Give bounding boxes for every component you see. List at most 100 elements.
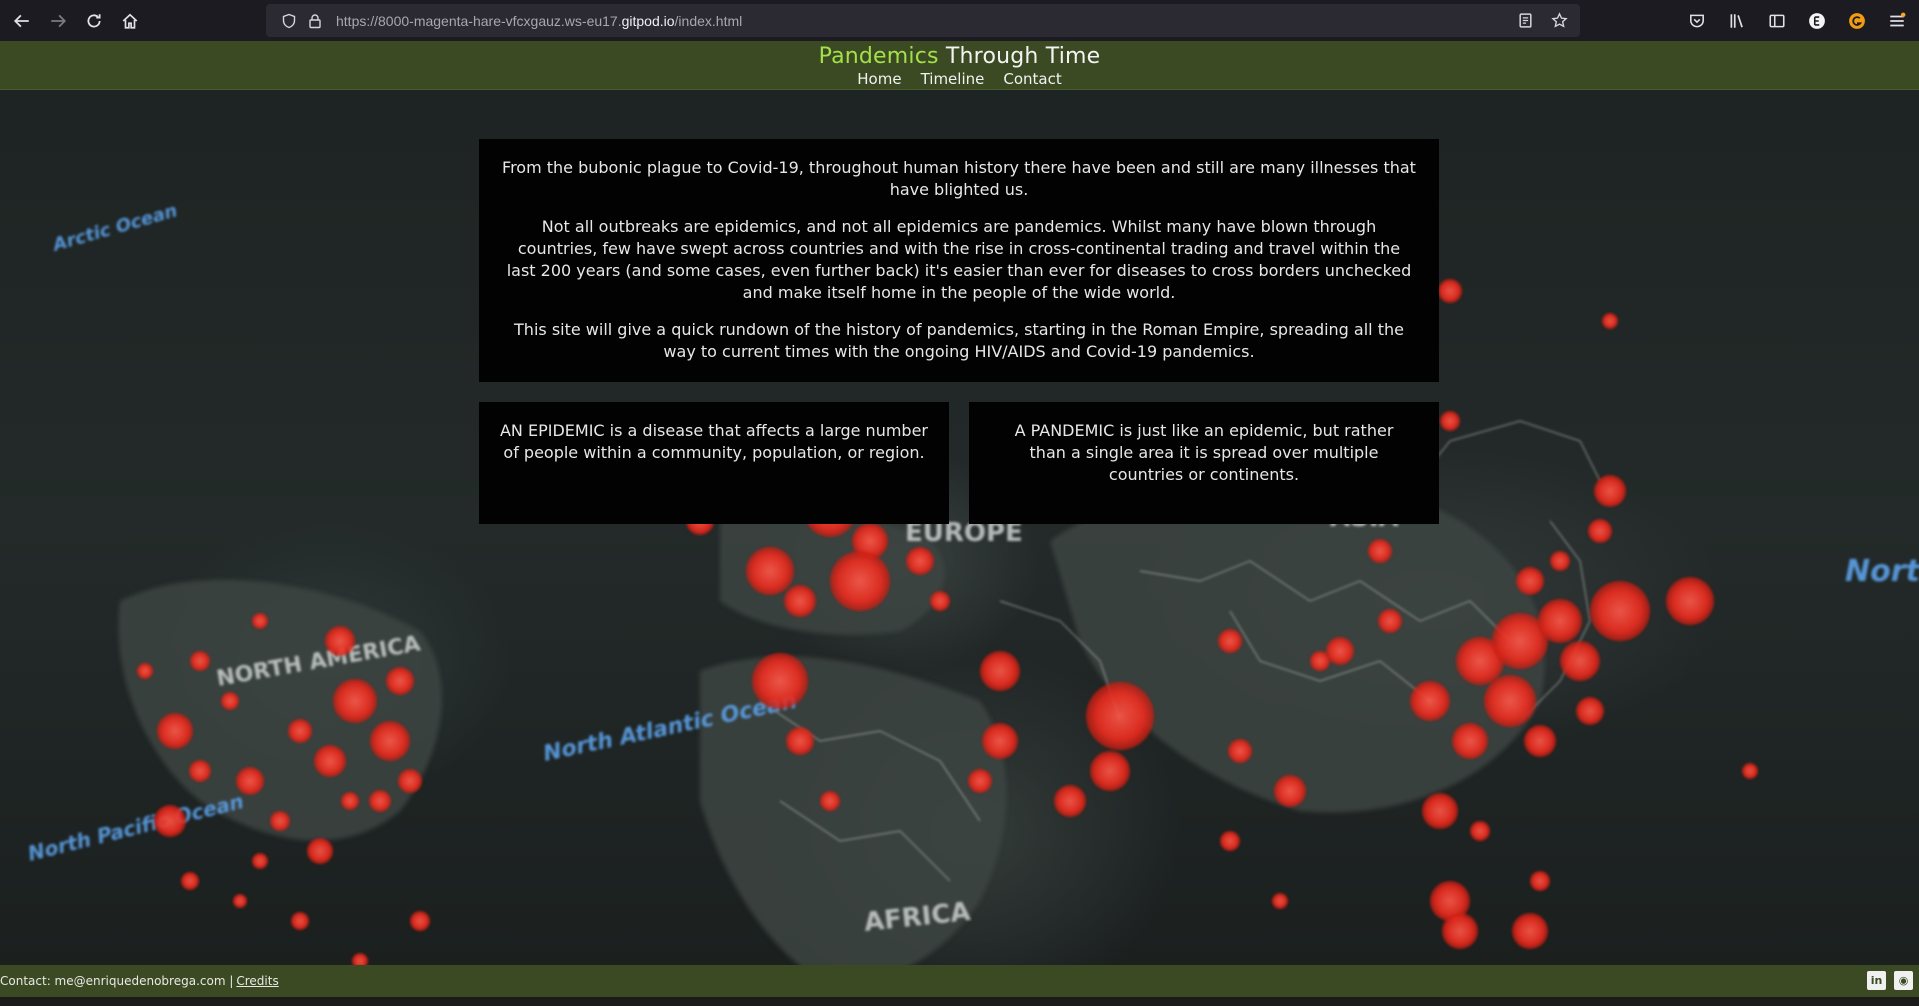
pandemic-definition-text: A PANDEMIC is just like an epidemic, but… xyxy=(1014,421,1394,484)
nav-link-timeline[interactable]: Timeline xyxy=(921,70,985,88)
back-button[interactable] xyxy=(4,3,40,39)
outbreak-dot xyxy=(341,792,359,810)
outbreak-dot xyxy=(157,713,193,749)
social-links: in ◉ xyxy=(1867,971,1913,990)
intro-paragraph: From the bubonic plague to Covid-19, thr… xyxy=(502,158,1416,199)
outbreak-dot xyxy=(786,727,814,755)
outbreak-dot xyxy=(1090,751,1130,791)
outbreak-dot xyxy=(325,626,355,656)
outbreak-dot xyxy=(314,745,346,777)
outbreak-dot xyxy=(1550,551,1570,571)
outbreak-dot xyxy=(181,872,199,890)
outbreak-dot xyxy=(288,719,312,743)
web-page: NORTH AMERICA AFRICA EUROPE ASIA North A… xyxy=(0,41,1919,1006)
lock-icon[interactable] xyxy=(302,11,328,31)
outbreak-dot xyxy=(1588,519,1612,543)
nav-link-home[interactable]: Home xyxy=(857,70,901,88)
account-button[interactable] xyxy=(1799,3,1835,39)
footer-contact: Contact: me@enriquedenobrega.com | xyxy=(0,974,234,988)
outbreak-dot xyxy=(1602,313,1618,329)
outbreak-dot xyxy=(190,651,210,671)
outbreak-dot xyxy=(1594,475,1626,507)
pandemic-definition-card: A PANDEMIC is just like an epidemic, but… xyxy=(969,402,1439,524)
linkedin-icon[interactable]: in xyxy=(1867,971,1886,990)
bookmark-star-icon[interactable] xyxy=(1546,10,1572,30)
outbreak-dot xyxy=(236,767,264,795)
outbreak-dot xyxy=(930,591,950,611)
outbreak-dot xyxy=(1220,831,1240,851)
site-footer: Contact: me@enriquedenobrega.com | Credi… xyxy=(0,965,1919,997)
sidebar-icon xyxy=(1769,14,1785,28)
outbreak-dot xyxy=(746,547,794,595)
extension-button[interactable] xyxy=(1839,3,1875,39)
site-title-accent: Pandemics xyxy=(818,44,939,69)
outbreak-dot xyxy=(1368,539,1392,563)
outbreak-dot xyxy=(980,651,1020,691)
pocket-icon xyxy=(1690,14,1704,28)
outbreak-dot xyxy=(1538,599,1582,643)
outbreak-dot xyxy=(1272,893,1288,909)
outbreak-dot xyxy=(820,791,840,811)
outbreak-dot xyxy=(1666,577,1714,625)
outbreak-dot xyxy=(1516,567,1544,595)
outbreak-dot xyxy=(1590,581,1650,641)
outbreak-dot xyxy=(1218,629,1242,653)
library-button[interactable] xyxy=(1719,3,1755,39)
outbreak-dot xyxy=(369,790,391,812)
arrow-left-icon xyxy=(13,14,29,27)
credits-link[interactable]: Credits xyxy=(236,974,278,988)
outbreak-dot xyxy=(252,853,268,869)
epidemic-definition-card: AN EPIDEMIC is a disease that affects a … xyxy=(479,402,949,524)
home-button[interactable] xyxy=(112,3,148,39)
outbreak-dot xyxy=(1422,793,1458,829)
intro-paragraph: This site will give a quick rundown of t… xyxy=(514,320,1404,361)
outbreak-dot xyxy=(1742,763,1758,779)
nav-link-contact[interactable]: Contact xyxy=(1003,70,1061,88)
intro-paragraph: Not all outbreaks are epidemics, and not… xyxy=(506,217,1412,302)
os-taskbar xyxy=(0,997,1919,1006)
intro-panel: From the bubonic plague to Covid-19, thr… xyxy=(479,139,1439,382)
github-icon[interactable]: ◉ xyxy=(1894,971,1913,990)
menu-button[interactable] xyxy=(1879,3,1915,39)
outbreak-dot xyxy=(1378,609,1402,633)
url-text: https://8000-magenta-hare-vfcxgauz.ws-eu… xyxy=(336,12,743,29)
outbreak-dot xyxy=(830,551,890,611)
map-label-north-pacific: North Pacific Ocean xyxy=(25,789,246,866)
outbreak-dot xyxy=(333,679,377,723)
site-header: Pandemics Through Time Home Timeline Con… xyxy=(0,41,1919,90)
outbreak-dot xyxy=(137,663,153,679)
outbreak-dot xyxy=(252,613,268,629)
address-bar[interactable]: https://8000-magenta-hare-vfcxgauz.ws-eu… xyxy=(266,4,1580,37)
outbreak-dot xyxy=(1452,723,1488,759)
account-avatar-icon xyxy=(1809,13,1825,29)
reader-view-icon[interactable] xyxy=(1512,10,1538,30)
outbreak-dot xyxy=(1438,279,1462,303)
browser-toolbar: https://8000-magenta-hare-vfcxgauz.ws-eu… xyxy=(0,0,1919,41)
forward-button[interactable] xyxy=(40,3,76,39)
site-title-rest: Through Time xyxy=(938,44,1101,69)
map-label-arctic: Arctic Ocean xyxy=(49,200,180,256)
outbreak-dot xyxy=(1576,697,1604,725)
outbreak-dot xyxy=(1054,785,1086,817)
outbreak-dot xyxy=(233,894,247,908)
outbreak-dot xyxy=(1530,871,1550,891)
arrow-right-icon xyxy=(51,14,67,27)
outbreak-dot xyxy=(1442,913,1478,949)
reload-icon xyxy=(87,13,101,27)
outbreak-dot xyxy=(1440,411,1460,431)
home-icon xyxy=(122,13,138,29)
outbreak-dot xyxy=(1086,682,1154,750)
shield-icon[interactable] xyxy=(276,11,302,31)
outbreak-dot xyxy=(1524,725,1556,757)
outbreak-dot xyxy=(154,805,186,837)
outbreak-dot xyxy=(370,721,410,761)
extension-icon xyxy=(1849,13,1865,29)
site-title[interactable]: Pandemics Through Time xyxy=(0,41,1919,71)
reload-button[interactable] xyxy=(76,3,112,39)
outbreak-dot xyxy=(1470,821,1490,841)
outbreak-dot xyxy=(1560,641,1600,681)
outbreak-dot xyxy=(784,585,816,617)
pocket-button[interactable] xyxy=(1679,3,1715,39)
sidebar-button[interactable] xyxy=(1759,3,1795,39)
outbreak-dot xyxy=(1484,675,1536,727)
